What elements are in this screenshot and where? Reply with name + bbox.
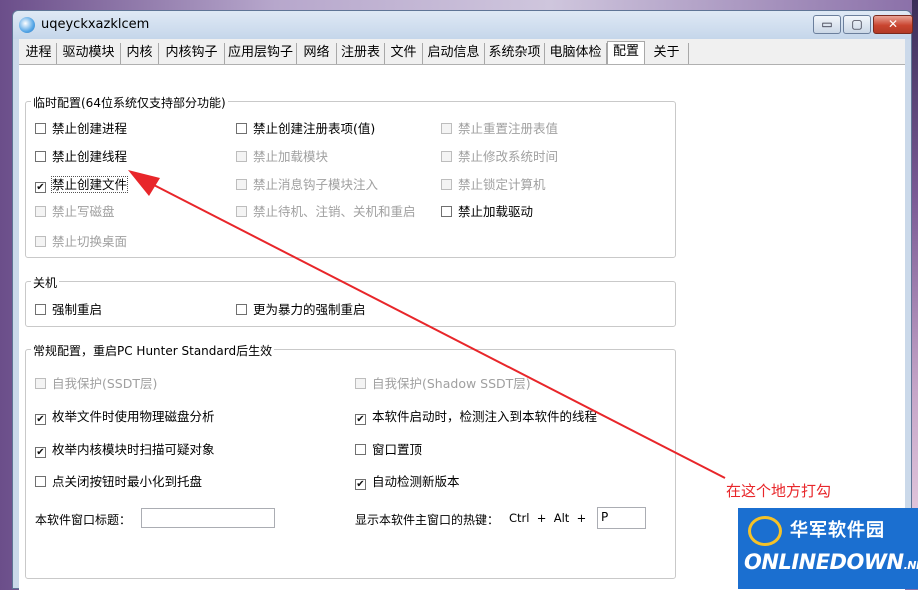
watermark-logo-icon xyxy=(748,516,782,546)
tab-startup[interactable]: 启动信息 xyxy=(423,43,485,64)
tab-process[interactable]: 进程 xyxy=(21,43,57,64)
checkbox-box xyxy=(355,444,366,455)
checkbox-forbid-load-module[interactable]: 禁止加载模块 xyxy=(236,146,328,165)
checkbox-auto-update-check[interactable]: ✔ 自动检测新版本 xyxy=(355,471,460,490)
checkbox-box xyxy=(35,378,46,389)
window-title-label: 本软件窗口标题： xyxy=(35,513,132,527)
temp-config-title: 临时配置(64位系统仅支持部分功能) xyxy=(31,94,228,111)
checkbox-box: ✔ xyxy=(35,447,46,458)
checkbox-box xyxy=(355,378,366,389)
checkbox-forbid-reset-regvalue[interactable]: 禁止重置注册表值 xyxy=(441,118,558,137)
hotkey-label: 显示本软件主窗口的热键： xyxy=(355,513,500,527)
tab-kernel[interactable]: 内核 xyxy=(121,43,159,64)
tab-file[interactable]: 文件 xyxy=(385,43,423,64)
general-config-title: 常规配置，重启PC Hunter Standard后生效 xyxy=(31,342,275,359)
checkbox-forbid-shutdown[interactable]: 禁止待机、注销、关机和重启 xyxy=(236,201,416,220)
checkbox-box xyxy=(236,304,247,315)
app-window: uqeyckxazklcem ▭ ▢ ✕ 进程 驱动模块 内核 内核钩子 应用层… xyxy=(12,10,913,590)
checkbox-box xyxy=(441,206,452,217)
annotation-text: 在这个地方打勾 xyxy=(726,482,832,500)
tab-app-hooks[interactable]: 应用层钩子 xyxy=(225,43,297,64)
checkbox-detect-injected-threads[interactable]: ✔ 本软件启动时，检测注入到本软件的线程 xyxy=(355,406,597,425)
app-icon xyxy=(19,17,35,33)
tab-misc[interactable]: 系统杂项 xyxy=(485,43,545,64)
checkbox-box xyxy=(35,236,46,247)
shutdown-title: 关机 xyxy=(31,274,60,291)
window-title-input[interactable] xyxy=(141,508,275,528)
checkbox-forbid-create-thread[interactable]: 禁止创建线程 xyxy=(35,146,127,165)
tab-config[interactable]: 配置 xyxy=(607,41,645,65)
checkbox-box: ✔ xyxy=(355,479,366,490)
checkbox-box xyxy=(35,476,46,487)
title-bar[interactable]: uqeyckxazklcem ▭ ▢ ✕ xyxy=(13,11,913,39)
hotkey-key-input[interactable]: P xyxy=(597,507,646,529)
checkbox-forbid-create-process[interactable]: 禁止创建进程 xyxy=(35,118,127,137)
watermark-line2: ONLINEDOWN.NET xyxy=(744,550,918,574)
tab-about[interactable]: 关于 xyxy=(645,43,689,64)
checkbox-minimize-to-tray[interactable]: 点关闭按钮时最小化到托盘 xyxy=(35,471,202,490)
checkbox-self-protect-shadow-ssdt[interactable]: 自我保护(Shadow SSDT层) xyxy=(355,373,531,392)
close-button[interactable]: ✕ xyxy=(873,15,913,34)
checkbox-force-restart[interactable]: 强制重启 xyxy=(35,299,102,318)
checkbox-forbid-create-regkey[interactable]: 禁止创建注册表项(值) xyxy=(236,118,375,137)
tab-checkup[interactable]: 电脑体检 xyxy=(545,43,607,64)
checkbox-forbid-msg-hook[interactable]: 禁止消息钩子模块注入 xyxy=(236,174,378,193)
tab-registry[interactable]: 注册表 xyxy=(337,43,385,64)
checkbox-box xyxy=(441,179,452,190)
checkbox-forbid-load-driver[interactable]: 禁止加载驱动 xyxy=(441,201,533,220)
checkbox-violent-restart[interactable]: 更为暴力的强制重启 xyxy=(236,299,366,318)
checkbox-box xyxy=(441,151,452,162)
checkbox-forbid-create-file[interactable]: ✔ 禁止创建文件 xyxy=(35,174,129,193)
checkbox-window-topmost[interactable]: 窗口置顶 xyxy=(355,439,422,458)
checkbox-forbid-switch-desktop[interactable]: 禁止切换桌面 xyxy=(35,231,127,250)
checkbox-box xyxy=(35,206,46,217)
checkbox-forbid-write-disk[interactable]: 禁止写磁盘 xyxy=(35,201,115,220)
tab-network[interactable]: 网络 xyxy=(297,43,337,64)
tab-bar: 进程 驱动模块 内核 内核钩子 应用层钩子 网络 注册表 文件 启动信息 系统杂… xyxy=(19,41,905,65)
checkbox-box: ✔ xyxy=(35,414,46,425)
checkbox-box xyxy=(441,123,452,134)
checkbox-box xyxy=(236,123,247,134)
checkbox-self-protect-ssdt[interactable]: 自我保护(SSDT层) xyxy=(35,373,157,392)
tab-kernel-hooks[interactable]: 内核钩子 xyxy=(159,43,225,64)
hotkey-combo: Ctrl + Alt + xyxy=(509,511,587,525)
checkbox-box xyxy=(35,123,46,134)
window-title: uqeyckxazklcem xyxy=(41,17,150,32)
checkbox-box xyxy=(35,151,46,162)
checkbox-box xyxy=(236,179,247,190)
checkbox-box: ✔ xyxy=(355,414,366,425)
minimize-button[interactable]: ▭ xyxy=(813,15,841,34)
desktop-background xyxy=(912,0,918,589)
checkbox-box: ✔ xyxy=(35,182,46,193)
checkbox-box xyxy=(236,151,247,162)
maximize-button[interactable]: ▢ xyxy=(843,15,871,34)
checkbox-box xyxy=(236,206,247,217)
checkbox-forbid-modify-time[interactable]: 禁止修改系统时间 xyxy=(441,146,558,165)
watermark-line1: 华军软件园 xyxy=(790,520,885,541)
watermark: 华军软件园 ONLINEDOWN.NET xyxy=(738,508,918,589)
tab-driver-modules[interactable]: 驱动模块 xyxy=(57,43,121,64)
checkbox-physical-disk-analysis[interactable]: ✔ 枚举文件时使用物理磁盘分析 xyxy=(35,406,215,425)
checkbox-scan-suspicious-objects[interactable]: ✔ 枚举内核模块时扫描可疑对象 xyxy=(35,439,215,458)
checkbox-box xyxy=(35,304,46,315)
checkbox-forbid-lock-computer[interactable]: 禁止锁定计算机 xyxy=(441,174,546,193)
